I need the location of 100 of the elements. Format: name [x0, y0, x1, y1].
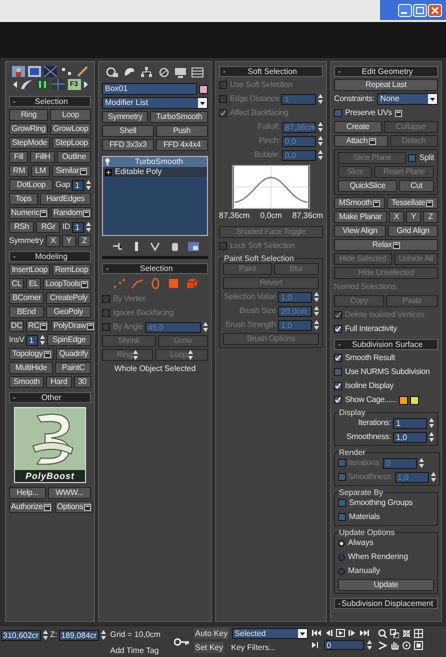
dots-icon[interactable]: [60, 66, 72, 77]
rollout-header[interactable]: -Subdivision Displacement: [334, 598, 438, 609]
tool-button[interactable]: 30: [74, 376, 91, 388]
tool-button[interactable]: Attach: [334, 135, 388, 147]
checkbox[interactable]: [334, 396, 342, 404]
maximize-icon[interactable]: [413, 4, 427, 16]
tool-button[interactable]: QuickSlice: [338, 180, 397, 192]
settings-icon[interactable]: [426, 200, 434, 206]
tool-button[interactable]: Create: [334, 121, 382, 133]
frame-field[interactable]: 0: [324, 640, 364, 650]
settings-icon[interactable]: [392, 242, 400, 248]
rollout-header[interactable]: - Edit Geometry: [334, 66, 438, 77]
tool-button[interactable]: Numeric: [9, 207, 50, 219]
number-field[interactable]: 1: [393, 418, 427, 428]
brush-icon[interactable]: [76, 66, 88, 77]
swoosh-icon[interactable]: [20, 79, 32, 90]
spinner-arrows-icon[interactable]: [318, 150, 323, 160]
tool-button[interactable]: BCorner: [9, 292, 44, 304]
zoom-extents-all-icon[interactable]: [414, 629, 423, 638]
checkbox[interactable]: [334, 382, 342, 390]
go-to-start-icon[interactable]: [312, 629, 321, 637]
previous-frame-icon[interactable]: [324, 629, 333, 637]
number-field[interactable]: 1: [72, 222, 84, 232]
next-frame-icon[interactable]: [348, 629, 357, 637]
radio-button[interactable]: [338, 554, 345, 560]
tool-button[interactable]: StepMode: [9, 137, 50, 149]
checkbox[interactable]: [334, 368, 342, 376]
set-key-button[interactable]: Set Key: [194, 642, 224, 653]
rollout-header[interactable]: - Selection: [9, 96, 91, 107]
radio-button[interactable]: [338, 568, 345, 574]
spinner-arrows-icon[interactable]: [40, 335, 46, 345]
tool-button[interactable]: InsertLoop: [9, 264, 50, 276]
key-icon[interactable]: [174, 638, 190, 646]
tool-button[interactable]: GrowLoop: [50, 123, 91, 135]
rollout-header[interactable]: - Other: [9, 392, 91, 403]
tool-button[interactable]: WWW...: [48, 487, 92, 499]
spinner-arrows-icon[interactable]: [203, 322, 208, 332]
spinner-arrows-icon[interactable]: [86, 180, 91, 190]
tool-button[interactable]: Options: [55, 501, 94, 513]
spinner-arrows-icon[interactable]: [429, 418, 434, 428]
tool-button[interactable]: X: [388, 211, 404, 223]
tool-button[interactable]: MultiHide: [9, 362, 54, 374]
tool-button[interactable]: MSmooth: [334, 197, 385, 209]
settings-icon[interactable]: [368, 138, 376, 144]
tool-button[interactable]: FFD 4x4x4: [156, 139, 208, 151]
stack-item[interactable]: TurboSmooth: [103, 157, 207, 167]
spinner-arrows-icon[interactable]: [366, 640, 372, 650]
create-tab-icon[interactable]: [106, 67, 119, 78]
tool-button[interactable]: Topology: [9, 348, 54, 360]
tool-button[interactable]: LoopTools: [42, 278, 91, 290]
checkbox[interactable]: [338, 473, 346, 481]
color-swatch[interactable]: [398, 396, 408, 404]
tool-button[interactable]: Loop: [50, 109, 91, 121]
tool-button[interactable]: HardEdges: [40, 193, 91, 205]
tool-button[interactable]: Cut: [398, 180, 434, 192]
make-unique-icon[interactable]: [148, 241, 162, 252]
key-filters-button[interactable]: Key Filters...: [230, 642, 277, 653]
auto-key-button[interactable]: Auto Key: [194, 628, 229, 639]
field-of-view-icon[interactable]: [378, 641, 387, 650]
spinner-arrows-icon[interactable]: [318, 94, 323, 104]
spinner-arrows-icon[interactable]: [318, 122, 323, 132]
tool-button[interactable]: Y: [406, 211, 422, 223]
settings-icon[interactable]: [44, 350, 51, 358]
modify-tab-icon[interactable]: [123, 67, 136, 78]
spinner-arrows-icon[interactable]: [43, 630, 48, 640]
number-field[interactable]: 189,084cr: [59, 630, 100, 640]
grid-icon[interactable]: [44, 66, 56, 77]
tool-button[interactable]: X: [46, 235, 60, 247]
tool-button[interactable]: Tops: [9, 193, 38, 205]
vertex-icon[interactable]: [112, 278, 126, 289]
columns-icon[interactable]: [36, 79, 48, 90]
settings-icon[interactable]: [86, 322, 94, 330]
number-field[interactable]: 1,0: [393, 432, 427, 442]
tool-button[interactable]: DotLoop: [9, 179, 54, 191]
time-config-icon[interactable]: [312, 641, 321, 649]
number-field[interactable]: 1: [72, 180, 84, 190]
checkbox[interactable]: [338, 459, 346, 467]
tool-button[interactable]: DC: [9, 320, 24, 332]
spinner-arrows-icon[interactable]: [418, 458, 424, 468]
tool-button[interactable]: RemLoop: [52, 264, 92, 276]
spinner-arrows-icon[interactable]: [429, 432, 434, 442]
figure-icon[interactable]: [12, 66, 24, 77]
tool-button[interactable]: Outline: [57, 151, 91, 163]
tool-button[interactable]: Relax: [334, 239, 438, 251]
settings-icon[interactable]: [84, 504, 92, 510]
tool-button[interactable]: Help...: [9, 487, 46, 499]
spinner-arrows-icon[interactable]: [314, 292, 319, 302]
rollout-header[interactable]: - Subdivision Surface: [334, 339, 438, 350]
expand-icon[interactable]: [105, 168, 112, 176]
tool-button[interactable]: StepLoop: [52, 137, 91, 149]
tool-button[interactable]: BEnd: [9, 306, 44, 318]
lightbulb-icon[interactable]: [105, 158, 110, 166]
tool-button[interactable]: Y: [62, 235, 76, 247]
tool-button[interactable]: View Align: [334, 225, 386, 237]
close-icon[interactable]: [428, 4, 442, 16]
tool-button[interactable]: Similar: [52, 165, 91, 177]
tool-button[interactable]: Update: [338, 579, 434, 591]
rollout-header[interactable]: - Selection: [102, 263, 208, 274]
checkbox[interactable]: [408, 154, 416, 162]
dropdown[interactable]: None: [377, 93, 438, 105]
